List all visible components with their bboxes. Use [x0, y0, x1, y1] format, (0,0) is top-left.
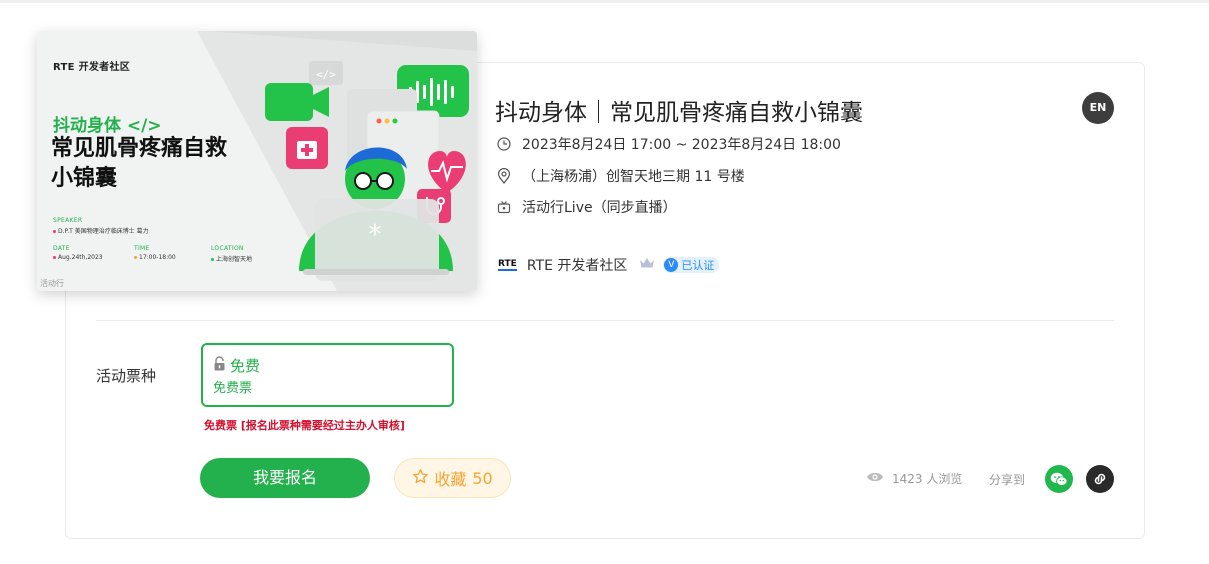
- poster-title-line1: 常见肌骨疼痛自救: [51, 136, 228, 161]
- verified-check-icon: V: [664, 258, 679, 272]
- organizer-row: RTE RTE 开发者社区 V 已认证: [498, 255, 720, 275]
- star-icon: [412, 468, 429, 489]
- event-location[interactable]: （上海杨浦）创智天地三期 11 号楼: [522, 166, 745, 186]
- ticket-option[interactable]: 免费 免费票: [201, 343, 454, 407]
- crown-icon: [639, 257, 655, 273]
- poster-time-label: TIME: [134, 245, 150, 252]
- share-label: 分享到: [989, 473, 1026, 487]
- organizer-name[interactable]: RTE 开发者社区: [527, 255, 628, 275]
- event-time-row: 2023年8月24日 17:00 ~ 2023年8月24日 18:00: [496, 134, 841, 154]
- share-miniprogram-button[interactable]: [1086, 465, 1114, 493]
- share-wechat-button[interactable]: [1045, 465, 1073, 493]
- view-count-text: 1423 人浏览: [892, 472, 963, 486]
- poster-asterisk: *: [369, 220, 382, 250]
- event-channel: 活动行Live（同步直播）: [522, 200, 677, 216]
- event-title: 抖动身体｜常见肌骨疼痛自救小锦囊: [495, 100, 863, 126]
- verified-badge: V 已认证: [663, 257, 720, 273]
- ticket-type-label: 活动票种: [96, 367, 157, 385]
- poster-location: 上海创智天地: [211, 254, 252, 263]
- favorite-button[interactable]: 收藏 50: [394, 458, 511, 498]
- poster-time: 17:00-18:00: [134, 254, 176, 261]
- favorite-label: 收藏: [434, 470, 467, 489]
- eye-icon: [866, 471, 884, 486]
- poster-location-label: LOCATION: [211, 245, 244, 252]
- poster-brand: RTE 开发者社区: [53, 62, 131, 73]
- live-tv-icon: [496, 199, 512, 215]
- poster-speaker-label: SPEAKER: [53, 217, 83, 224]
- poster-date: Aug.24th,2023: [53, 254, 103, 261]
- lock-icon: [213, 356, 226, 375]
- poster-footer: 活动行: [40, 279, 64, 288]
- language-switch-button[interactable]: EN: [1082, 92, 1114, 124]
- top-divider: [0, 0, 1209, 3]
- location-pin-icon: [496, 168, 512, 184]
- ticket-subtitle: 免费票: [213, 381, 253, 396]
- poster-date-label: DATE: [53, 245, 70, 252]
- event-poster: </> * RTE 开发者社区 抖动身体 </> 常见肌骨疼痛自救 小锦囊 SP…: [37, 31, 477, 291]
- section-divider: [96, 320, 1114, 321]
- view-count: 1423 人浏览: [866, 470, 962, 487]
- register-button[interactable]: 我要报名: [200, 458, 370, 498]
- poster-title-line2: 小锦囊: [51, 166, 118, 191]
- clock-icon: [496, 136, 512, 152]
- poster-title: 常见肌骨疼痛自救 小锦囊: [51, 134, 261, 194]
- mini-program-icon: [1094, 473, 1106, 485]
- ticket-note: 免费票 [报名此票种需要经过主办人审核]: [204, 419, 405, 432]
- verified-label: 已认证: [681, 259, 715, 272]
- poster-headline: 抖动身体 </>: [53, 116, 162, 136]
- wechat-icon: [1050, 472, 1068, 486]
- event-location-row: （上海杨浦）创智天地三期 11 号楼: [496, 166, 745, 186]
- event-channel-row: 活动行Live（同步直播）: [496, 197, 677, 217]
- ticket-name-row: 免费: [213, 355, 260, 376]
- organizer-logo: RTE: [498, 259, 517, 271]
- event-time: 2023年8月24日 17:00 ~ 2023年8月24日 18:00: [522, 137, 841, 153]
- medical-kit-icon: [286, 127, 328, 169]
- ticket-name: 免费: [230, 357, 261, 375]
- poster-code-tag: </>: [316, 68, 336, 81]
- poster-speaker: D.P.T 美国物理治疗临床博士 葛力: [53, 226, 149, 235]
- favorite-count: 50: [472, 468, 493, 488]
